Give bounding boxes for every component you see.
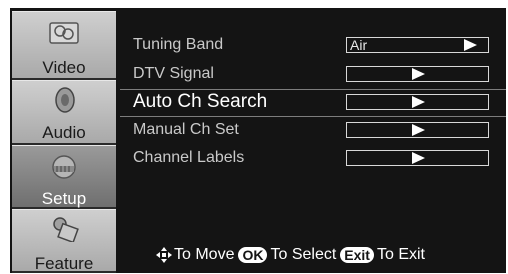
sidebar-item-setup[interactable]: Setup [12, 145, 116, 209]
auto-ch-search-select[interactable] [346, 94, 489, 110]
sidebar-item-label: Video [42, 58, 86, 77]
help-select-text: To Select [270, 246, 337, 263]
right-arrow-icon [412, 68, 425, 80]
setup-icon [52, 155, 76, 179]
help-exit-text: To Exit [376, 246, 425, 263]
sidebar-item-video[interactable]: Video [12, 11, 116, 80]
menu-item-label: Auto Ch Search [133, 91, 268, 112]
tv-menu-screen: Video Audio Setup Feature Tuning Band Ai… [0, 0, 508, 273]
tuning-band-select[interactable]: Air [346, 37, 489, 53]
channel-labels-select[interactable] [346, 150, 489, 166]
video-icon [49, 22, 79, 44]
help-move-text: To Move [174, 246, 235, 263]
sidebar-item-feature[interactable]: Feature [12, 209, 116, 273]
menu-item-dtv-signal[interactable]: DTV Signal [120, 62, 506, 88]
right-arrow-icon [412, 96, 425, 108]
menu-item-auto-ch-search[interactable]: Auto Ch Search [120, 89, 506, 117]
menu-item-tuning-band[interactable]: Tuning Band Air [120, 33, 506, 59]
tuning-band-value: Air [350, 37, 368, 53]
sidebar: Video Audio Setup Feature [12, 11, 116, 273]
right-arrow-icon [412, 124, 425, 136]
right-arrow-icon [412, 152, 425, 164]
feature-icon [53, 217, 79, 242]
ok-key-badge: OK [238, 247, 268, 263]
sidebar-item-audio[interactable]: Audio [12, 80, 116, 145]
manual-ch-set-select[interactable] [346, 122, 489, 138]
menu-item-channel-labels[interactable]: Channel Labels [120, 146, 506, 172]
sidebar-item-label: Setup [41, 189, 87, 208]
sidebar-item-label: Feature [34, 254, 94, 273]
sidebar-item-label: Audio [42, 123, 86, 142]
speaker-icon [55, 87, 75, 113]
menu-item-label: Manual Ch Set [133, 121, 239, 138]
menu-item-label: Tuning Band [133, 36, 224, 53]
right-arrow-icon [464, 39, 477, 51]
menu-item-label: DTV Signal [133, 65, 214, 82]
exit-key-badge: Exit [340, 247, 374, 263]
help-bar: To Move OK To Select Exit To Exit [156, 244, 425, 266]
move-arrows-icon [156, 247, 172, 263]
menu-item-label: Channel Labels [133, 149, 245, 166]
dtv-signal-select[interactable] [346, 66, 489, 82]
menu-item-manual-ch-set[interactable]: Manual Ch Set [120, 118, 506, 144]
